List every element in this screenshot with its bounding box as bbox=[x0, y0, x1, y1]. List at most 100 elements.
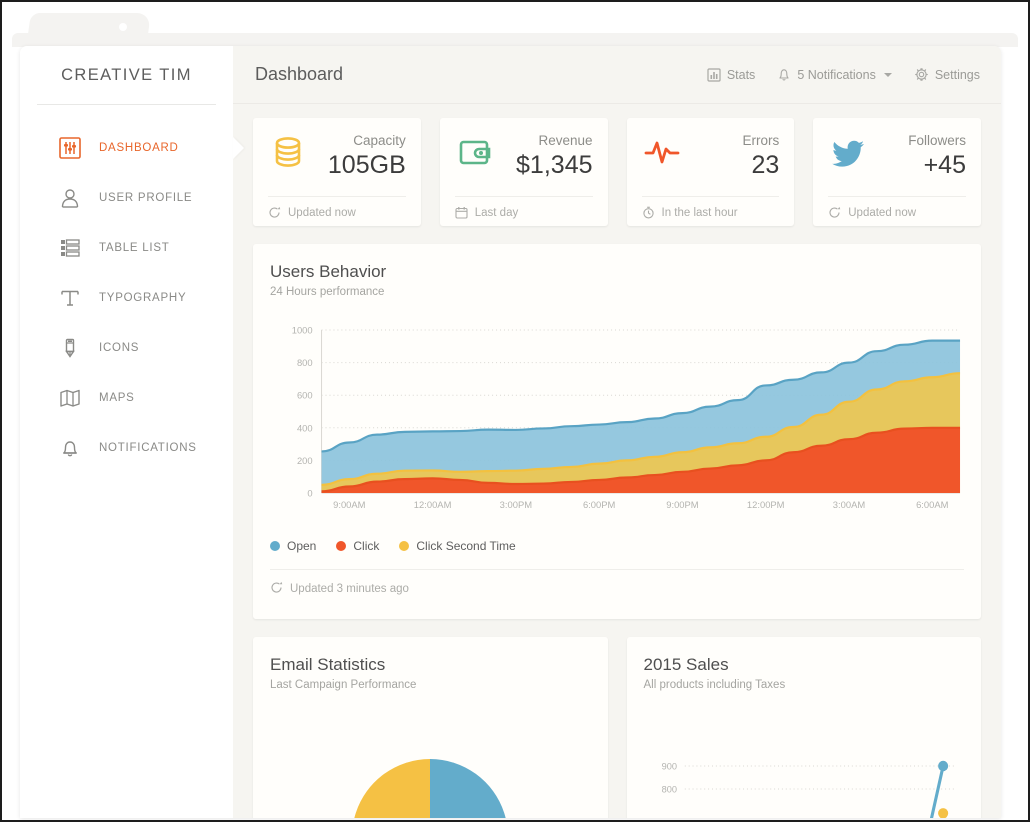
wallet-icon bbox=[455, 132, 503, 172]
legend-dot-icon bbox=[399, 541, 410, 551]
stats-chart-icon bbox=[707, 67, 721, 82]
pencil-icon bbox=[57, 335, 83, 361]
sidebar-item-label: ICONS bbox=[99, 342, 140, 354]
sidebar-item-typography[interactable]: TYPOGRAPHY bbox=[20, 273, 233, 323]
svg-text:0: 0 bbox=[307, 488, 312, 499]
topbar-item-label: Settings bbox=[934, 67, 980, 82]
svg-text:400: 400 bbox=[297, 423, 313, 434]
gear-icon bbox=[914, 67, 929, 82]
legend-dot-icon bbox=[270, 541, 280, 551]
sales-chart-svg: 800 900 bbox=[661, 760, 957, 818]
sales-2015-card: 2015 Sales All products including Taxes … bbox=[626, 637, 981, 818]
sales-line-chart[interactable]: 800 900 bbox=[644, 719, 965, 818]
topbar-item-stats[interactable]: Stats bbox=[707, 67, 755, 82]
sidebar-item-notifications[interactable]: NOTIFICATIONS bbox=[20, 423, 233, 473]
card-footer: Updated 3 minutes ago bbox=[270, 569, 964, 597]
topbar-item-notifications[interactable]: 5 Notifications bbox=[777, 67, 892, 82]
stat-card-errors[interactable]: Errors 23 In the last hour bbox=[626, 118, 795, 226]
browser-tab-dot-icon bbox=[119, 23, 127, 31]
area-chart-svg: 0 200 400 600 800 1000 9:00AM 12:00AM 3:00PM 6:00… bbox=[292, 325, 961, 511]
clock-icon bbox=[642, 206, 655, 219]
svg-text:900: 900 bbox=[661, 761, 676, 771]
legend-item-click-second-time[interactable]: Click Second Time bbox=[399, 539, 516, 553]
typography-t-icon bbox=[57, 285, 83, 311]
topbar-item-settings[interactable]: Settings bbox=[914, 67, 980, 82]
stat-footer: In the last hour bbox=[641, 196, 780, 219]
database-icon bbox=[268, 132, 316, 172]
legend-label: Click bbox=[353, 539, 380, 553]
sidebar-item-label: TYPOGRAPHY bbox=[99, 292, 187, 304]
stat-value: 105GB bbox=[327, 151, 406, 179]
stat-card-capacity[interactable]: Capacity 105GB Updated now bbox=[253, 118, 421, 226]
sliders-icon bbox=[57, 135, 83, 161]
calendar-icon bbox=[455, 206, 468, 219]
card-subtitle: All products including Taxes bbox=[643, 679, 786, 691]
stat-value: 23 bbox=[751, 151, 780, 179]
bottom-cards-row: Email Statistics Last Campaign Performan… bbox=[253, 637, 981, 818]
stat-card-followers[interactable]: Followers +45 Updated now bbox=[813, 118, 981, 226]
card-subtitle: 24 Hours performance bbox=[270, 286, 385, 298]
sidebar-item-label: MAPS bbox=[99, 392, 135, 404]
twitter-icon bbox=[828, 132, 876, 172]
legend-item-open[interactable]: Open bbox=[270, 539, 316, 553]
svg-text:200: 200 bbox=[297, 456, 313, 467]
stat-footer: Updated now bbox=[828, 196, 966, 219]
svg-text:600: 600 bbox=[297, 391, 313, 402]
stat-footer: Updated now bbox=[268, 196, 406, 219]
user-icon bbox=[57, 185, 83, 211]
legend-label: Open bbox=[287, 539, 317, 553]
table-list-icon bbox=[57, 235, 83, 261]
svg-text:9:00PM: 9:00PM bbox=[666, 500, 699, 511]
sidebar-item-table-list[interactable]: TABLE LIST bbox=[20, 223, 233, 273]
legend-dot-icon bbox=[336, 541, 347, 551]
svg-text:800: 800 bbox=[297, 358, 313, 369]
legend-item-click[interactable]: Click bbox=[336, 539, 379, 553]
card-title: Email Statistics bbox=[270, 655, 386, 674]
stat-label: Capacity bbox=[353, 133, 406, 148]
bell-icon bbox=[777, 67, 791, 82]
svg-text:12:00AM: 12:00AM bbox=[414, 500, 452, 511]
page-title: Dashboard bbox=[255, 64, 344, 84]
stat-footer-label: Updated now bbox=[848, 206, 917, 219]
topbar: Dashboard Stats 5 Notifications Settings bbox=[233, 46, 1001, 104]
sidebar-item-maps[interactable]: MAPS bbox=[20, 373, 233, 423]
svg-text:3:00PM: 3:00PM bbox=[500, 500, 533, 511]
sidebar-item-label: DASHBOARD bbox=[99, 142, 179, 154]
svg-text:800: 800 bbox=[661, 784, 676, 794]
browser-window: CREATIVE TIM DASHBOARD USER PROFILE TABL… bbox=[0, 0, 1030, 822]
sidebar-item-icons[interactable]: ICONS bbox=[20, 323, 233, 373]
sidebar: CREATIVE TIM DASHBOARD USER PROFILE TABL… bbox=[20, 46, 244, 818]
svg-text:12:00PM: 12:00PM bbox=[747, 500, 785, 511]
bell-icon bbox=[57, 435, 83, 461]
sidebar-item-label: USER PROFILE bbox=[99, 192, 193, 204]
stat-cards-row: Capacity 105GB Updated now Revenue $1,34… bbox=[253, 118, 981, 226]
stat-footer-label: Updated now bbox=[288, 206, 356, 219]
email-pie-chart[interactable] bbox=[270, 725, 591, 818]
stat-value: $1,345 bbox=[516, 151, 593, 179]
card-footer-label: Updated 3 minutes ago bbox=[290, 583, 409, 595]
sidebar-nav: DASHBOARD USER PROFILE TABLE LIST TYPOGR… bbox=[20, 105, 244, 473]
browser-chrome-bar bbox=[12, 33, 1018, 47]
map-fold-icon bbox=[57, 385, 83, 411]
sidebar-item-user-profile[interactable]: USER PROFILE bbox=[20, 173, 233, 223]
chevron-down-icon bbox=[883, 72, 892, 77]
sidebar-item-dashboard[interactable]: DASHBOARD bbox=[20, 123, 244, 173]
sidebar-item-label: NOTIFICATIONS bbox=[99, 442, 197, 454]
brand-title: CREATIVE TIM bbox=[61, 65, 192, 84]
svg-text:1000: 1000 bbox=[292, 325, 313, 336]
email-statistics-card: Email Statistics Last Campaign Performan… bbox=[253, 637, 608, 818]
main-content: Dashboard Stats 5 Notifications Settings… bbox=[233, 46, 1001, 818]
users-behavior-chart[interactable]: 0 200 400 600 800 1000 9:00AM 12:00AM 3:00PM 6:00… bbox=[270, 324, 964, 519]
content-area: Capacity 105GB Updated now Revenue $1,34… bbox=[233, 104, 1001, 818]
svg-text:9:00AM: 9:00AM bbox=[333, 500, 366, 511]
active-item-caret-icon bbox=[233, 137, 244, 159]
topbar-nav: Stats 5 Notifications Settings bbox=[707, 67, 980, 82]
svg-text:6:00PM: 6:00PM bbox=[583, 500, 616, 511]
stat-card-revenue[interactable]: Revenue $1,345 Last day bbox=[439, 118, 608, 226]
stat-label: Revenue bbox=[538, 133, 593, 148]
card-subtitle: Last Campaign Performance bbox=[270, 679, 417, 691]
stat-footer-label: Last day bbox=[474, 206, 519, 219]
svg-text:3:00AM: 3:00AM bbox=[833, 500, 866, 511]
card-title: Users Behavior bbox=[270, 262, 387, 281]
refresh-icon bbox=[268, 206, 281, 219]
